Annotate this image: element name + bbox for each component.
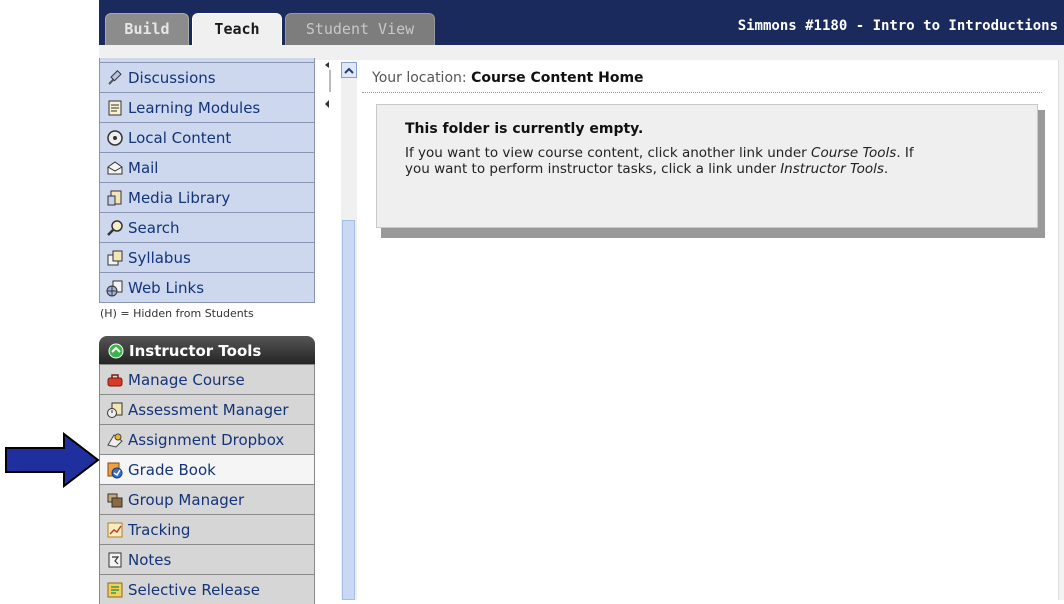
globe-icon xyxy=(106,279,124,297)
sidebar-item-label: Grade Book xyxy=(128,460,216,479)
sidebar-item-mail[interactable]: Mail xyxy=(99,152,315,182)
sidebar-item-label: Selective Release xyxy=(128,580,260,599)
empty-folder-message: This folder is currently empty. If you w… xyxy=(376,104,1038,228)
sidebar-item-manage-course[interactable]: Manage Course xyxy=(99,364,315,394)
search-icon xyxy=(106,219,124,237)
message-text: . xyxy=(883,161,889,177)
chevron-up-icon xyxy=(344,67,354,74)
right-scrollbar-edge[interactable] xyxy=(1058,60,1064,600)
syllabus-icon xyxy=(106,249,124,267)
chart-icon xyxy=(106,521,124,539)
tab-teach[interactable]: Teach xyxy=(192,13,282,45)
instructor-tools-header[interactable]: Instructor Tools xyxy=(99,336,315,366)
location-prefix: Your location: xyxy=(372,70,467,86)
target-icon xyxy=(106,129,124,147)
breadcrumb: Your location: Course Content Home xyxy=(372,70,644,86)
sidebar-item-label: Notes xyxy=(128,550,172,569)
message-emphasis-course-tools: Course Tools xyxy=(811,145,897,161)
sidebar-item-search[interactable]: Search xyxy=(99,212,315,242)
tab-student-view[interactable]: Student View xyxy=(285,13,435,45)
sidebar-item-learning-modules[interactable]: Learning Modules xyxy=(99,92,315,122)
sidebar-item-label: Assignment Dropbox xyxy=(128,430,285,449)
sidebar: Discussions Learning Modules Local Conte… xyxy=(99,58,315,604)
sidebar-item-web-links[interactable]: Web Links xyxy=(99,272,315,302)
sidebar-item-label: Tracking xyxy=(128,520,191,539)
sidebar-item-label: Syllabus xyxy=(128,248,191,267)
divider xyxy=(362,92,1042,93)
sidebar-item-label: Media Library xyxy=(128,188,231,207)
message-text: If you want to view course content, clic… xyxy=(405,145,812,161)
sidebar-item-label: Local Content xyxy=(128,128,232,147)
pointer-arrow-icon xyxy=(5,432,100,488)
sidebar-scrollbar[interactable] xyxy=(341,62,357,600)
document-icon xyxy=(106,99,124,117)
sidebar-item-local-content[interactable]: Local Content xyxy=(99,122,315,152)
collapse-icon[interactable] xyxy=(107,342,125,360)
scroll-up-button[interactable] xyxy=(341,62,357,78)
sidebar-item-media-library[interactable]: Media Library xyxy=(99,182,315,212)
sidebar-item-label: Learning Modules xyxy=(128,98,261,117)
sidebar-item-label: Mail xyxy=(128,158,159,177)
instructor-tools-label: Instructor Tools xyxy=(129,342,262,360)
release-icon xyxy=(106,581,124,599)
sidebar-item-grade-book[interactable]: Grade Book xyxy=(99,454,315,484)
sidebar-item-label: Manage Course xyxy=(128,370,245,389)
pane-splitter[interactable] xyxy=(320,60,332,120)
course-title: Simmons #1180 - Intro to Introductions xyxy=(737,18,1058,34)
notes-icon xyxy=(106,551,124,569)
tab-build[interactable]: Build xyxy=(105,13,189,45)
sidebar-item-label: Search xyxy=(128,218,180,237)
location-value: Course Content Home xyxy=(471,70,644,86)
sidebar-item-label: Assessment Manager xyxy=(128,400,289,419)
sidebar-item-syllabus[interactable]: Syllabus xyxy=(99,242,315,272)
toolbox-icon xyxy=(106,371,124,389)
media-icon xyxy=(106,189,124,207)
sidebar-item-tracking[interactable]: Tracking xyxy=(99,514,315,544)
sidebar-item-label: Web Links xyxy=(128,278,205,297)
sidebar-item-label: Group Manager xyxy=(128,490,245,509)
group-icon xyxy=(106,491,124,509)
sidebar-item-assignment-dropbox[interactable]: Assignment Dropbox xyxy=(99,424,315,454)
mail-icon xyxy=(106,159,124,177)
top-header: Build Teach Student View Simmons #1180 -… xyxy=(99,0,1064,45)
gradebook-icon xyxy=(106,461,124,479)
pin-icon xyxy=(106,69,124,87)
message-heading: This folder is currently empty. xyxy=(405,121,644,137)
divider xyxy=(99,302,315,303)
sidebar-item-assessment-manager[interactable]: Assessment Manager xyxy=(99,394,315,424)
message-emphasis-instructor-tools: Instructor Tools xyxy=(780,161,884,177)
assessment-icon xyxy=(106,401,124,419)
sidebar-item-notes[interactable]: Notes xyxy=(99,544,315,574)
dropbox-icon xyxy=(106,431,124,449)
sidebar-item-group-manager[interactable]: Group Manager xyxy=(99,484,315,514)
sidebar-item-label: Discussions xyxy=(128,68,216,87)
scroll-thumb[interactable] xyxy=(342,220,355,600)
hidden-note: (H) = Hidden from Students xyxy=(100,307,254,320)
message-body: If you want to view course content, clic… xyxy=(405,145,925,177)
sidebar-item-discussions[interactable]: Discussions xyxy=(99,62,315,92)
splitter-arrows-icon xyxy=(325,62,331,108)
